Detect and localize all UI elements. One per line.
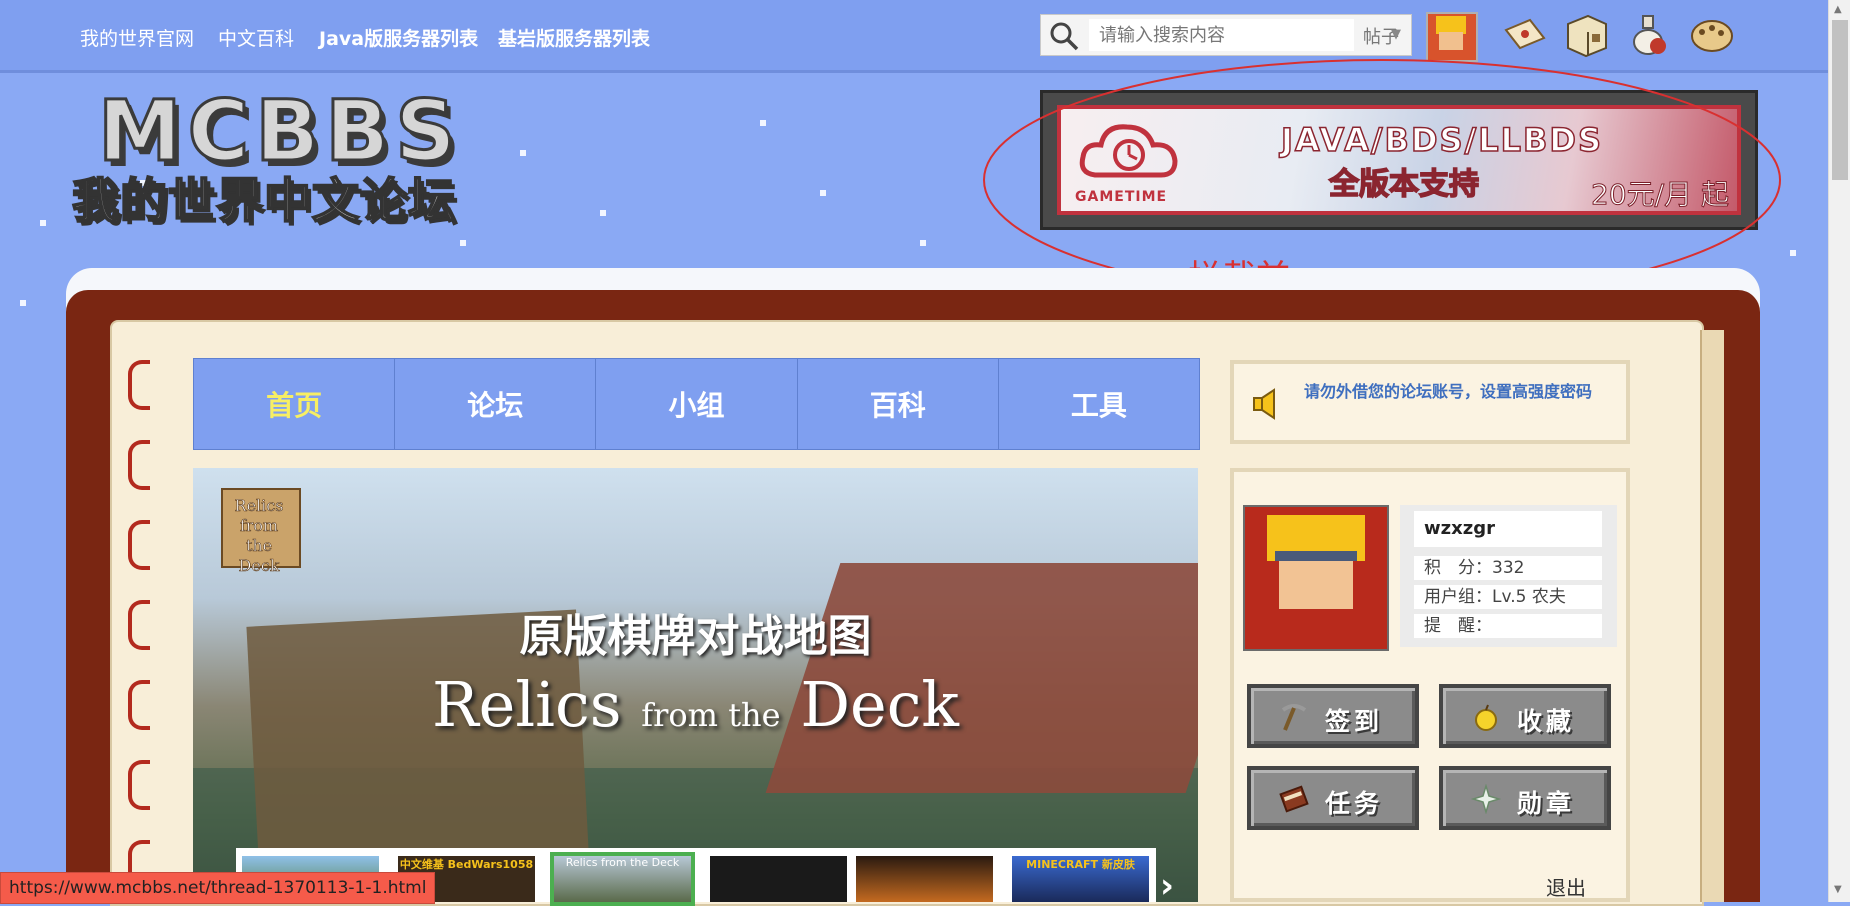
- tab-groups[interactable]: 小组: [596, 359, 798, 449]
- favorites-button[interactable]: 收藏: [1439, 684, 1611, 748]
- notice-text: 请勿外借您的论坛账号，设置高强度密码: [1304, 382, 1593, 401]
- link-java-server-list[interactable]: Java版服务器列表: [319, 24, 478, 51]
- tab-home[interactable]: 首页: [194, 359, 396, 449]
- pickaxe-icon: [1281, 704, 1307, 731]
- snowflake: [20, 300, 26, 306]
- slide-title-word: Relics: [431, 668, 622, 741]
- snowflake: [600, 210, 606, 216]
- book-binding-ring: [128, 600, 150, 650]
- user-avatar[interactable]: [1243, 505, 1389, 651]
- book-binding-ring: [128, 360, 150, 410]
- slider-thumbnail[interactable]: MINECRAFT 新皮肤: [1012, 856, 1149, 902]
- chevron-down-icon[interactable]: ▼: [1391, 27, 1401, 42]
- link-minecraft-official[interactable]: 我的世界官网: [80, 24, 194, 51]
- snowflake: [820, 190, 826, 196]
- main-navigation: 首页 论坛 小组 百科 工具: [193, 358, 1200, 450]
- logo-subtitle: 我的世界中文论坛: [71, 173, 456, 230]
- logout-link[interactable]: 退出: [1546, 872, 1586, 901]
- user-points: 积 分：332: [1414, 556, 1602, 580]
- snowflake: [460, 240, 466, 246]
- user-reminder: 提 醒：: [1414, 614, 1602, 638]
- snowflake: [760, 120, 766, 126]
- slide-title-english: Relics from the Deck: [193, 668, 1198, 741]
- featured-slider[interactable]: Relics from the Deck 原版棋牌对战地图 Relics fro…: [193, 468, 1198, 902]
- link-bedrock-server-list[interactable]: 基岩版服务器列表: [498, 24, 650, 51]
- checkin-button[interactable]: 签到: [1247, 684, 1419, 748]
- snowflake: [1790, 250, 1796, 256]
- chevron-right-icon[interactable]: ›: [1160, 866, 1174, 906]
- book-binding-ring: [128, 760, 150, 810]
- link-preview-status-bar: https://www.mcbbs.net/thread-1370113-1-1…: [0, 872, 436, 904]
- tasks-label: 任务: [1325, 789, 1384, 818]
- scrollbar-thumb[interactable]: [1832, 20, 1848, 180]
- tab-forum[interactable]: 论坛: [395, 359, 597, 449]
- page-scrollbar[interactable]: ▲ ▼: [1828, 0, 1850, 902]
- site-logo[interactable]: MCBBS 我的世界中文论坛: [71, 82, 462, 232]
- book-binding-ring: [128, 680, 150, 730]
- slide-map-logo-text: Relics from the Deck: [234, 496, 284, 576]
- speaker-icon: [1253, 388, 1275, 420]
- username[interactable]: wzxzgr: [1414, 511, 1602, 547]
- golden-apple-icon: [1475, 704, 1497, 731]
- favorites-label: 收藏: [1517, 707, 1576, 736]
- tab-wiki[interactable]: 百科: [798, 359, 999, 449]
- search-icon[interactable]: [1049, 21, 1079, 51]
- slide-title-word: from the: [641, 696, 781, 734]
- snowflake: [920, 240, 926, 246]
- snowflake: [40, 220, 46, 226]
- slider-thumbnail[interactable]: [710, 856, 847, 902]
- user-group: 用户组：Lv.5 农夫: [1414, 585, 1602, 609]
- book-icon: [1279, 785, 1309, 813]
- logo-text: MCBBS: [97, 82, 462, 180]
- tab-tools[interactable]: 工具: [999, 359, 1199, 449]
- page-edge: [1700, 330, 1724, 902]
- book-binding-ring: [128, 440, 150, 490]
- notice-box: 请勿外借您的论坛账号，设置高强度密码: [1230, 360, 1630, 444]
- slide-title-word: Deck: [800, 668, 960, 741]
- medals-label: 勋章: [1517, 789, 1576, 818]
- slider-thumbnail[interactable]: [856, 856, 993, 902]
- book-binding-ring: [128, 520, 150, 570]
- slide-title-chinese: 原版棋牌对战地图: [519, 611, 872, 662]
- search-input[interactable]: [1089, 19, 1354, 51]
- scroll-down-icon[interactable]: ▼: [1834, 884, 1842, 895]
- link-chinese-wiki[interactable]: 中文百科: [218, 24, 294, 51]
- snowflake: [520, 150, 526, 156]
- search-box: 帖子 ▼: [1040, 14, 1412, 56]
- nether-star-icon: [1471, 784, 1501, 814]
- slider-thumbnail-active[interactable]: Relics from the Deck: [550, 852, 695, 906]
- medals-button[interactable]: 勋章: [1439, 766, 1611, 830]
- scroll-up-icon[interactable]: ▲: [1834, 4, 1842, 15]
- tasks-button[interactable]: 任务: [1247, 766, 1419, 830]
- checkin-label: 签到: [1325, 707, 1384, 736]
